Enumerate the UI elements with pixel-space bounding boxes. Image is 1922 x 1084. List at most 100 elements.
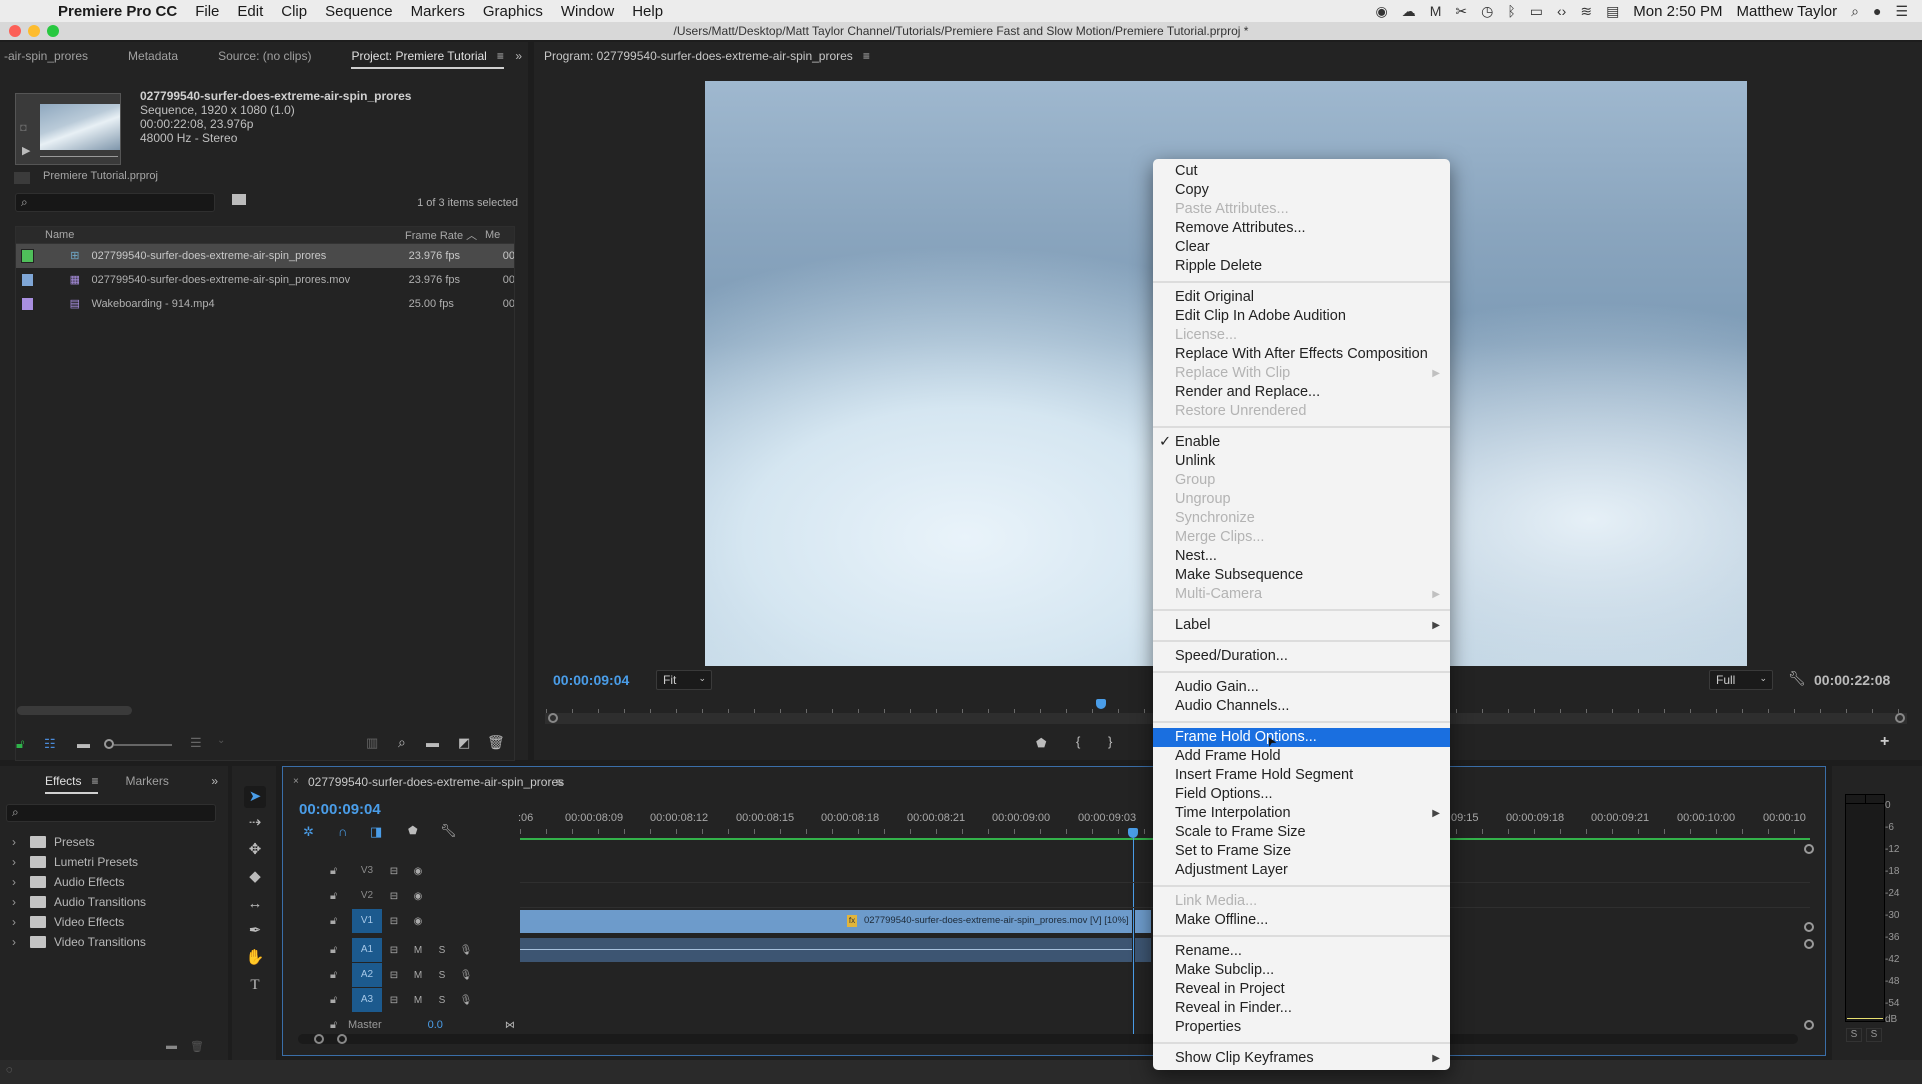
project-search-input[interactable]: ⌕	[15, 193, 215, 212]
vertical-zoom-handle[interactable]	[1804, 922, 1814, 932]
effects-folder-audio-effects[interactable]: › Audio Effects	[12, 872, 212, 892]
track-target[interactable]: A1	[352, 938, 382, 962]
zoom-window-button[interactable]	[47, 25, 59, 37]
sync-lock-icon[interactable]: ⊟	[382, 891, 406, 902]
master-keyframe-icon[interactable]: ⋈	[505, 1020, 515, 1031]
menu-markers[interactable]: Markers	[411, 3, 465, 20]
track-lock-icon[interactable]: 🔓︎	[330, 994, 344, 1007]
chevron-right-icon[interactable]: ›	[12, 875, 30, 889]
menu-item-nest[interactable]: Nest...	[1153, 547, 1450, 566]
menu-help[interactable]: Help	[632, 3, 663, 20]
list-view-icon[interactable]: ☷	[44, 736, 56, 752]
vertical-zoom-handle[interactable]	[1804, 844, 1814, 854]
tab-sequence[interactable]: -air-spin_prores	[4, 49, 88, 63]
mute-button[interactable]: M	[406, 995, 430, 1006]
menu-item-field-options[interactable]: Field Options...	[1153, 785, 1450, 804]
menu-item-remove-attributes[interactable]: Remove Attributes...	[1153, 219, 1450, 238]
menu-clip[interactable]: Clip	[281, 3, 307, 20]
menu-item-cut[interactable]: Cut	[1153, 162, 1450, 181]
minimize-window-button[interactable]	[28, 25, 40, 37]
menu-file[interactable]: File	[195, 3, 219, 20]
audio-clip-after[interactable]	[1135, 938, 1151, 962]
work-area-bar[interactable]	[520, 838, 1132, 840]
sort-dropdown-icon[interactable]: ⌄	[217, 735, 225, 746]
menu-item-reveal-in-project[interactable]: Reveal in Project	[1153, 980, 1450, 999]
mute-button[interactable]: M	[406, 945, 430, 956]
menu-item-show-clip-keyframes[interactable]: Show Clip Keyframes ▶	[1153, 1049, 1450, 1068]
label-swatch[interactable]	[21, 273, 35, 287]
menu-item-label[interactable]: Label ▶	[1153, 616, 1450, 635]
voiceover-mic-icon[interactable]: 🎙︎	[454, 970, 478, 981]
menu-item-adjustment-layer[interactable]: Adjustment Layer	[1153, 861, 1450, 880]
toggle-output-eye-icon[interactable]: ◉	[406, 916, 430, 927]
menu-item-scale-to-frame-size[interactable]: Scale to Frame Size	[1153, 823, 1450, 842]
tab-program[interactable]: Program: 027799540-surfer-does-extreme-a…	[544, 49, 853, 63]
menu-item-audio-channels[interactable]: Audio Channels...	[1153, 697, 1450, 716]
track-lock-icon[interactable]: 🔓︎	[330, 890, 344, 903]
scroll-right-handle[interactable]	[337, 1034, 347, 1044]
lock-icon[interactable]: 🔓︎	[16, 736, 24, 752]
track-lock-icon[interactable]: 🔓︎	[330, 944, 344, 957]
video-clip[interactable]: fx 027799540-surfer-does-extreme-air-spi…	[520, 910, 1132, 933]
column-name[interactable]: Name	[45, 229, 405, 241]
track-lock-icon[interactable]: 🔓︎	[330, 865, 344, 878]
zoom-bar-left-handle[interactable]	[548, 713, 558, 723]
track-lock-icon[interactable]: 🔓︎	[330, 915, 344, 928]
thumbnail-scrubber[interactable]	[40, 156, 118, 157]
menu-item-speed-duration[interactable]: Speed/Duration...	[1153, 647, 1450, 666]
track-target[interactable]: V1	[352, 909, 382, 933]
column-frame-rate[interactable]: Frame Rate ︿	[405, 227, 485, 243]
solo-button[interactable]: S	[430, 945, 454, 956]
resolution-dropdown[interactable]: Full ⌄	[1709, 670, 1773, 690]
new-item-icon[interactable]: ◩	[458, 735, 470, 751]
battery-icon[interactable]: ▭	[1530, 3, 1543, 20]
new-bin-icon[interactable]: ▬	[426, 735, 439, 750]
vertical-zoom-handle[interactable]	[1804, 939, 1814, 949]
code-icon[interactable]: ‹›	[1557, 3, 1566, 19]
zoom-bar-right-handle[interactable]	[1895, 713, 1905, 723]
sequence-tab[interactable]: 027799540-surfer-does-extreme-air-spin_p…	[308, 775, 564, 789]
tools-icon[interactable]: ✂	[1455, 3, 1467, 20]
menu-sequence[interactable]: Sequence	[325, 3, 393, 20]
slip-tool[interactable]: ↔	[244, 893, 266, 915]
mark-out-icon[interactable]: }	[1108, 734, 1112, 749]
master-volume-value[interactable]: 0.0	[428, 1019, 443, 1031]
track-lock-icon[interactable]: 🔓︎	[330, 969, 344, 982]
menu-item-rename[interactable]: Rename...	[1153, 942, 1450, 961]
time-machine-icon[interactable]: ◷	[1481, 3, 1493, 20]
timeline-current-time[interactable]: 00:00:09:04	[299, 801, 381, 818]
spotlight-search-icon[interactable]: ⌕	[1851, 3, 1859, 20]
flag-icon[interactable]: ▤	[1606, 3, 1619, 20]
menu-item-time-interpolation[interactable]: Time Interpolation ▶	[1153, 804, 1450, 823]
menu-item-clear[interactable]: Clear	[1153, 238, 1450, 257]
mark-in-icon[interactable]: {	[1076, 734, 1080, 749]
chevron-right-icon[interactable]: ›	[12, 895, 30, 909]
solo-right-button[interactable]: S	[1866, 1028, 1882, 1042]
track-target[interactable]: A3	[352, 988, 382, 1012]
solo-button[interactable]: S	[430, 970, 454, 981]
timeline-settings-wrench-icon[interactable]: 🔧︎	[440, 823, 457, 839]
siri-icon[interactable]: ●	[1873, 3, 1881, 19]
selection-tool[interactable]: ➤	[244, 786, 266, 808]
track-select-tool[interactable]: ⇢	[244, 812, 266, 834]
menu-item-unlink[interactable]: Unlink	[1153, 452, 1450, 471]
menu-item-add-frame-hold[interactable]: Add Frame Hold	[1153, 747, 1450, 766]
close-window-button[interactable]	[9, 25, 21, 37]
label-swatch[interactable]	[21, 297, 35, 311]
tab-effects[interactable]: Effects ≡	[45, 774, 99, 794]
solo-left-button[interactable]: S	[1846, 1028, 1862, 1042]
chevron-right-icon[interactable]: ›	[12, 835, 30, 849]
expand-panels-icon[interactable]: »	[211, 774, 218, 788]
effects-folder-video-transitions[interactable]: › Video Transitions	[12, 932, 212, 952]
column-media[interactable]: Me	[485, 229, 500, 241]
nest-toggle-icon[interactable]: ✲	[303, 824, 314, 840]
menu-graphics[interactable]: Graphics	[483, 3, 543, 20]
menu-item-replace-with-after-effects-composition[interactable]: Replace With After Effects Composition	[1153, 345, 1450, 364]
close-sequence-icon[interactable]: ×	[293, 776, 299, 787]
expand-panels-icon[interactable]: »	[515, 49, 522, 63]
razor-tool[interactable]: ◆	[244, 866, 266, 888]
timeline-horizontal-scrollbar[interactable]	[298, 1034, 1798, 1044]
video-clip-after[interactable]	[1135, 910, 1151, 933]
camera-icon[interactable]: ◘	[20, 122, 27, 134]
scroll-left-handle[interactable]	[314, 1034, 324, 1044]
